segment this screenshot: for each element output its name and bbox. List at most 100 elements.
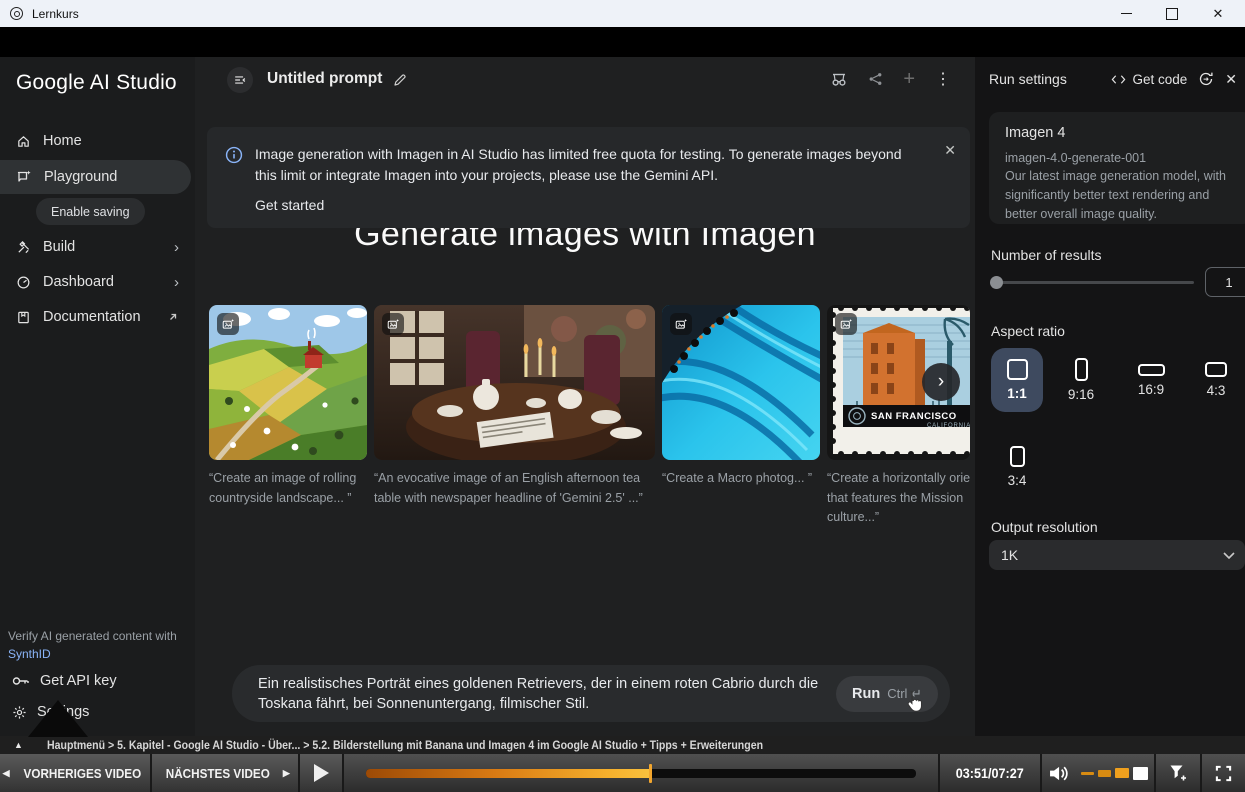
main-content: Untitled prompt + ⋮ Image generation wit… [195,57,975,736]
stamp-city-text: SAN FRANCISCO [871,411,957,422]
aspect-ratio-16-9[interactable]: 16:9 [1125,348,1177,412]
play-button[interactable] [300,754,344,792]
banner-close-icon[interactable]: ✕ [944,142,956,159]
gallery-next-button[interactable]: › [922,363,960,401]
sidebar-item-label: Build [43,239,75,255]
slider-thumb[interactable] [990,276,1003,289]
chevron-right-icon: › [174,274,179,291]
seek-bar[interactable] [344,754,938,792]
tall-ratio-icon [1010,446,1025,467]
close-panel-icon[interactable]: ✕ [1225,71,1237,88]
run-settings-title: Run settings [989,71,1067,87]
volume-level-bars[interactable] [1081,767,1148,780]
sidebar-item-documentation[interactable]: Documentation [0,300,195,334]
prompt-title: Untitled prompt [267,70,382,88]
image-badge [835,313,857,335]
reset-settings-icon[interactable] [1198,71,1214,87]
previous-video-button[interactable]: ◀ VORHERIGES VIDEO [0,754,152,792]
example-card-butterfly[interactable] [662,305,820,460]
share-icon[interactable] [868,71,883,87]
maximize-button[interactable] [1149,0,1195,27]
run-settings-panel: Run settings Get code ✕ Imagen 4 imagen-… [975,57,1245,736]
card-caption: “An evocative image of an English aftern… [374,469,670,508]
output-resolution-value: 1K [1001,547,1018,563]
portrait-ratio-icon [1075,358,1088,381]
stamp-state-text: CALIFORNIA [927,423,970,429]
aspect-ratio-4-3[interactable]: 4:3 [1190,348,1242,412]
add-icon[interactable]: + [903,70,915,88]
sidebar-item-playground[interactable]: Playground [0,160,191,194]
enable-saving-button[interactable]: Enable saving [36,198,145,225]
aspect-ratio-1-1[interactable]: 1:1 [991,348,1043,412]
sidebar-item-label: Dashboard [43,274,114,290]
aspect-ratio-3-4[interactable]: 3:4 [991,435,1043,499]
number-of-results-value[interactable]: 1 [1205,267,1245,297]
screen: Lernkurs ✕ Google AI Studio Home Playgro… [0,0,1245,792]
output-resolution-select[interactable]: 1K [989,540,1245,570]
sidebar-item-label: Documentation [43,309,141,325]
prompt-input[interactable]: Ein realistisches Porträt eines goldenen… [232,665,950,722]
letterbox-strip [0,27,1245,57]
filter-add-button[interactable] [1154,754,1200,792]
previous-video-label: VORHERIGES VIDEO [23,766,141,781]
run-label: Run [852,686,880,702]
play-icon [314,764,329,782]
get-api-key-label: Get API key [40,673,117,689]
close-button[interactable]: ✕ [1195,0,1241,27]
ai-studio-app: Google AI Studio Home Playground Enable … [0,57,1245,736]
fullscreen-icon [1215,765,1232,782]
sidebar-item-dashboard[interactable]: Dashboard › [0,265,195,299]
sidebar-item-build[interactable]: Build › [0,230,195,264]
get-started-link[interactable]: Get started [255,197,952,213]
speaker-icon [1048,764,1073,783]
left-arrow-icon: ◀ [3,768,10,779]
google-ai-studio-logo[interactable]: Google AI Studio [16,71,177,95]
model-card[interactable]: Imagen 4 imagen-4.0-generate-001 Our lat… [989,112,1245,224]
edit-title-icon[interactable] [392,72,408,88]
chevron-down-icon [1223,552,1235,559]
sidebar-item-label: Playground [44,169,117,185]
example-card-countryside[interactable] [209,305,367,460]
more-options-icon[interactable]: ⋮ [935,69,951,89]
progress-track[interactable] [366,769,916,778]
volume-control[interactable] [1040,754,1154,792]
model-description: Our latest image generation model, with … [1005,167,1233,224]
expand-menu-icon[interactable]: ▲ [14,740,23,750]
card-caption: “Create an image of rolling countryside … [209,469,377,508]
number-of-results-slider[interactable] [992,281,1194,284]
aspect-ratio-label: Aspect ratio [991,323,1065,339]
synthid-link[interactable]: SynthID [8,647,51,661]
code-icon [1111,74,1126,85]
sidebar-item-home[interactable]: Home [0,124,195,158]
info-icon [225,146,243,164]
landscape-ratio-icon [1205,362,1227,377]
image-sparkle-icon [675,318,688,331]
get-code-button[interactable]: Get code [1111,72,1187,87]
prompt-text[interactable]: Ein realistisches Porträt eines goldenen… [258,674,843,714]
minimize-button[interactable] [1103,0,1149,27]
image-badge [670,313,692,335]
progress-fill [366,769,651,778]
next-video-button[interactable]: NÄCHSTES VIDEO ▶ [152,754,300,792]
banner-text: Image generation with Imagen in AI Studi… [255,144,927,185]
right-arrow-icon: ▶ [283,768,290,779]
aspect-ratio-9-16[interactable]: 9:16 [1055,348,1107,412]
next-video-label: NÄCHSTES VIDEO [166,766,270,781]
number-of-results-label: Number of results [991,247,1101,263]
image-sparkle-icon [840,318,853,331]
playground-icon [16,169,32,185]
chevron-right-icon: › [174,239,179,256]
example-card-tea-table[interactable] [374,305,655,460]
compare-icon[interactable] [830,72,848,87]
get-code-label: Get code [1132,72,1187,87]
gear-icon [12,705,27,720]
model-name: Imagen 4 [1005,125,1237,141]
fullscreen-button[interactable] [1200,754,1245,792]
get-api-key-button[interactable]: Get API key [12,673,117,689]
model-id: imagen-4.0-generate-001 [1005,151,1237,165]
filter-plus-icon [1169,764,1188,782]
app-icon [10,7,23,20]
image-badge [382,313,404,335]
collapse-sidebar-button[interactable] [227,67,253,93]
wide-ratio-icon [1138,364,1165,376]
